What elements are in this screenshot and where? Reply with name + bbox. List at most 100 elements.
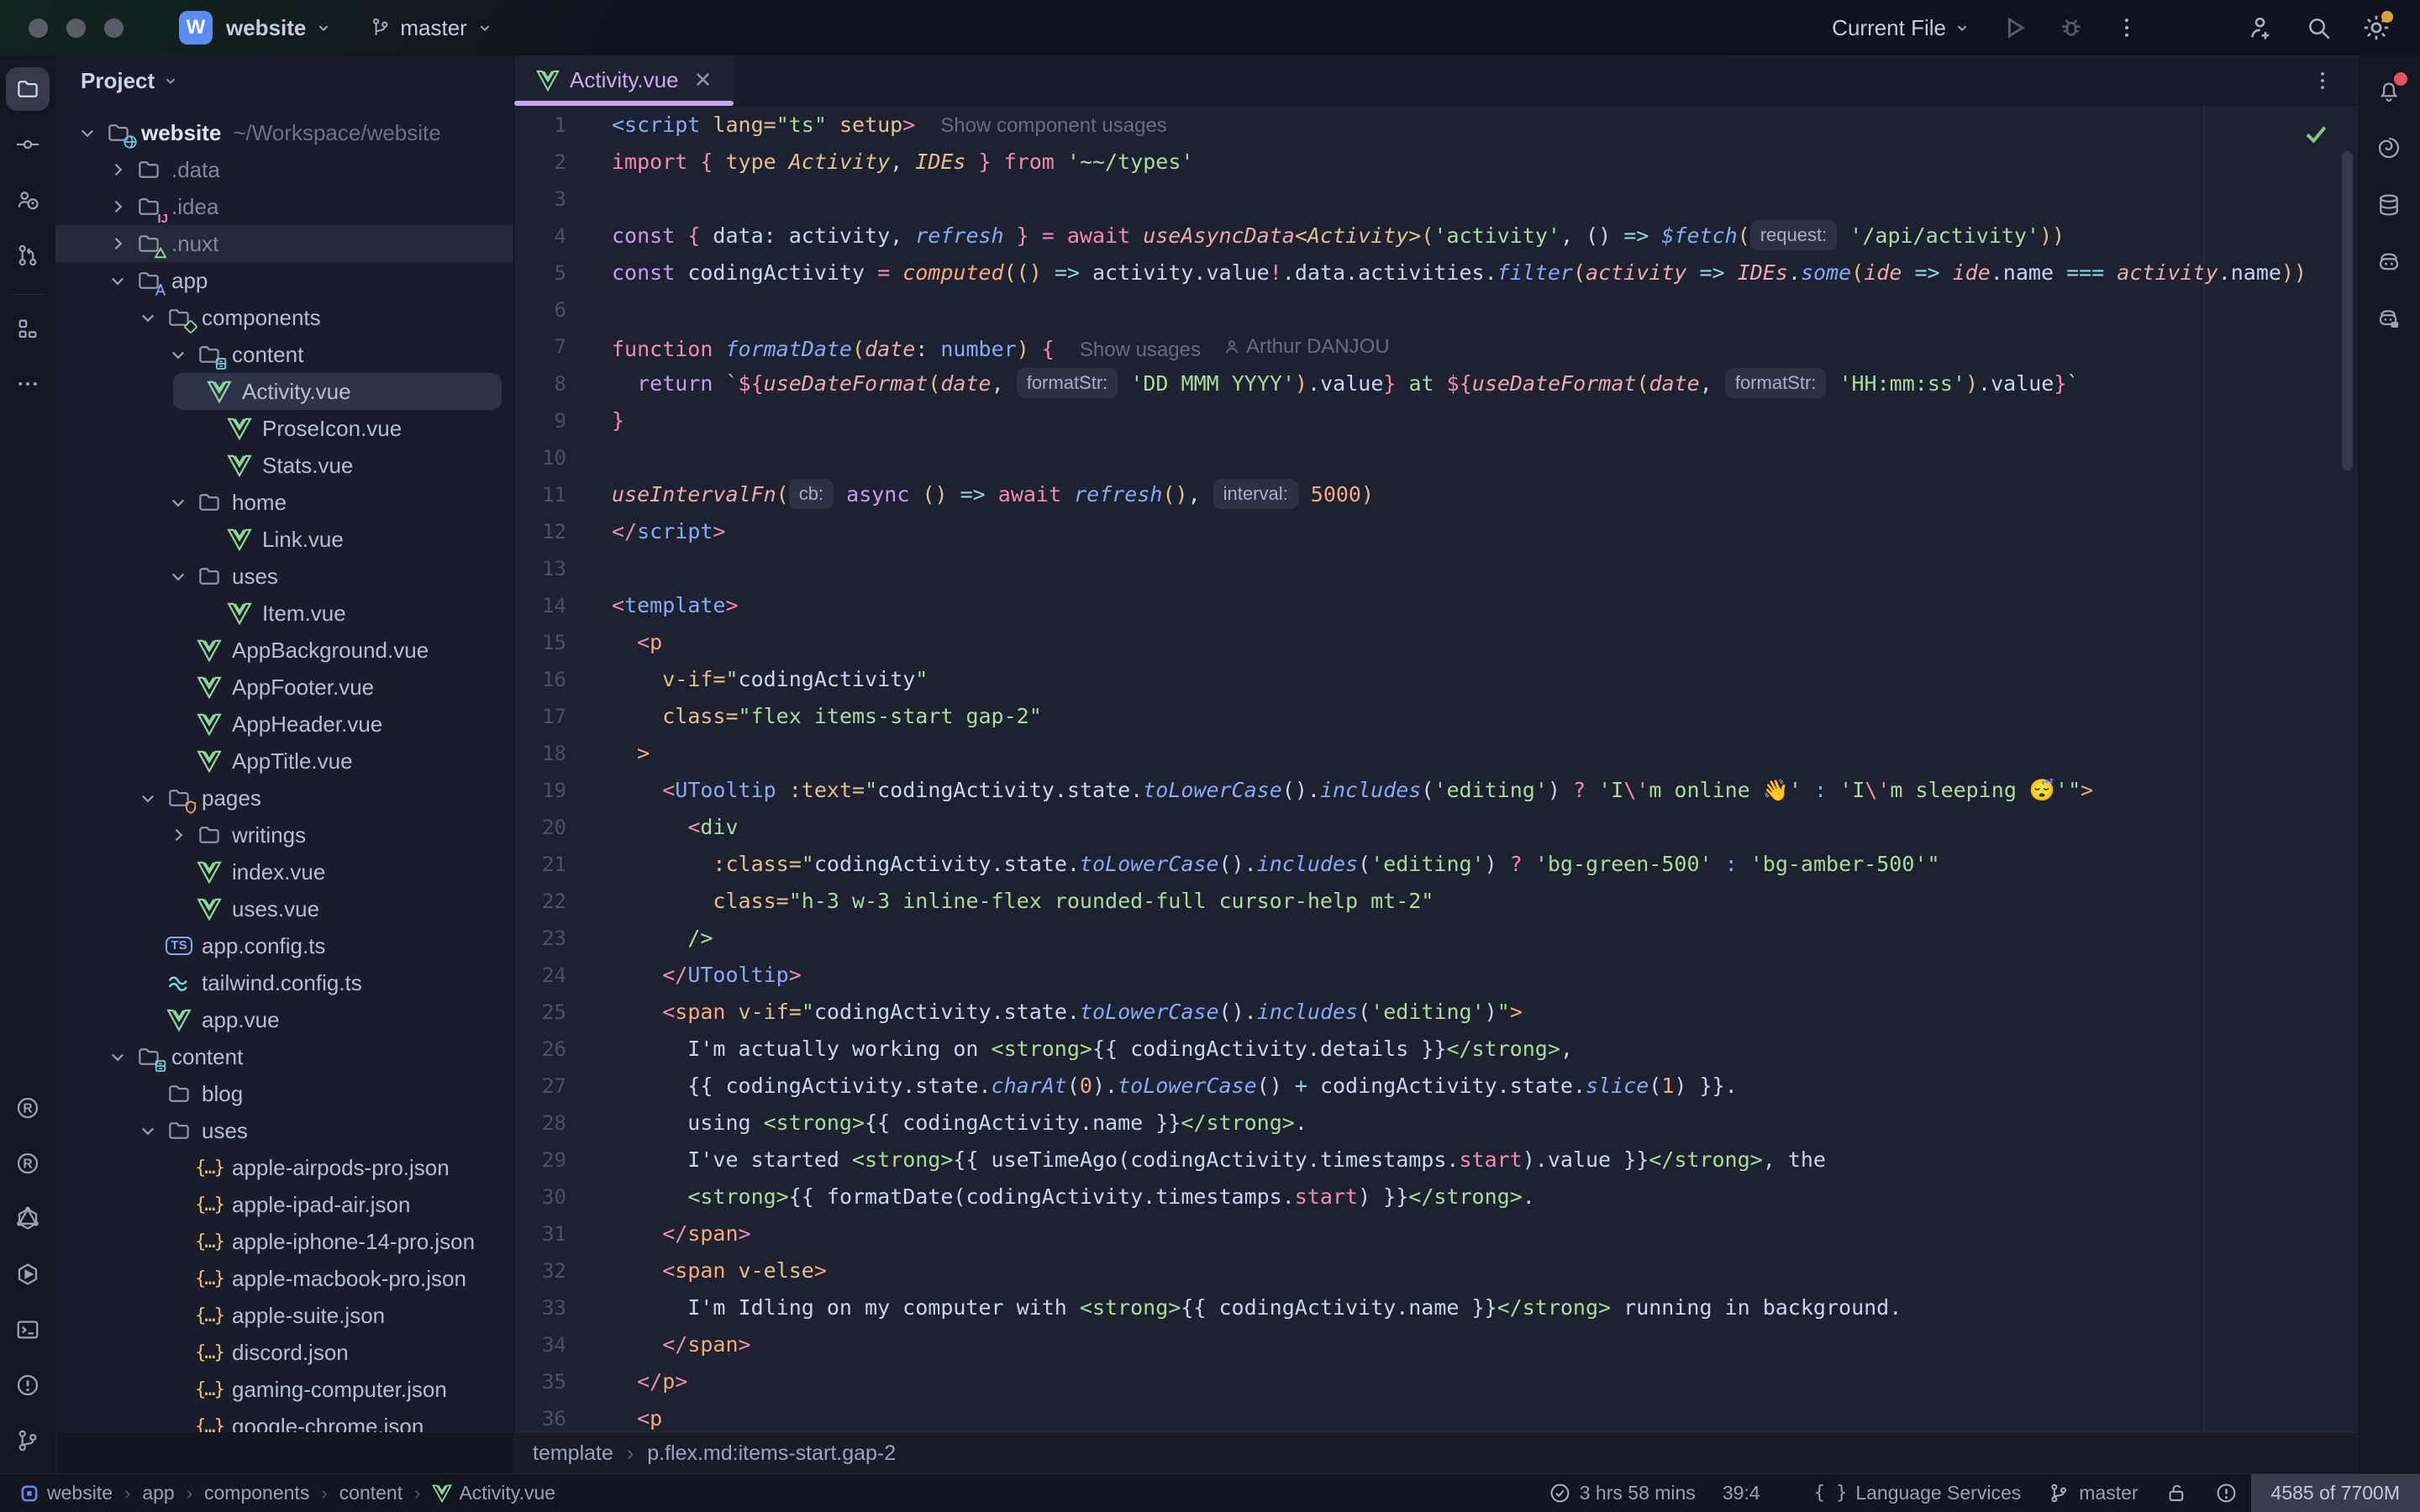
line-number[interactable]: 8 [514,365,595,402]
close-window-icon[interactable] [29,18,48,38]
run-configuration-select[interactable]: Current File [1832,15,1971,41]
problems-icon[interactable] [6,1363,50,1407]
branch-name[interactable]: master [400,15,466,41]
code-line-30[interactable]: 30 <strong>{{ formatDate(codingActivity.… [514,1179,2358,1215]
inline-usages-hint[interactable]: Show usages [1080,339,1201,361]
tree-item-activity-vue[interactable]: Activity.vue [173,373,502,410]
tree-item-blog[interactable]: blog [55,1075,513,1112]
database-icon[interactable] [2367,183,2411,227]
breadcrumb-template[interactable]: template [533,1441,613,1466]
tree-item-apptitle-vue[interactable]: AppTitle.vue [55,743,513,780]
line-number[interactable]: 17 [514,698,595,735]
notifications-icon[interactable] [2367,69,2411,113]
chevron-right-icon[interactable] [103,155,133,185]
line-number[interactable]: 7 [514,328,595,365]
tree-item-index-vue[interactable]: index.vue [55,853,513,890]
copilot-status[interactable] [1774,1474,1801,1512]
chevron-down-icon[interactable] [103,1042,133,1072]
status-breadcrumb-website[interactable]: website [18,1482,113,1504]
tree-item-content[interactable]: content [55,1038,513,1075]
code-line-34[interactable]: 34 </span> [514,1326,2358,1363]
tree-item-apple-suite-json[interactable]: {…}apple-suite.json [55,1297,513,1334]
lock-widget[interactable] [2152,1474,2202,1512]
debug-icon[interactable] [2057,13,2086,42]
line-number[interactable]: 5 [514,255,595,291]
tree-item-apple-airpods-pro-json[interactable]: {…}apple-airpods-pro.json [55,1149,513,1186]
tree-item-google-chrome-json[interactable]: {…}google-chrome.json [55,1408,513,1432]
tree-item--nuxt[interactable]: .nuxt [55,225,513,262]
line-number[interactable]: 20 [514,809,595,846]
line-number[interactable]: 21 [514,846,595,883]
line-number[interactable]: 15 [514,624,595,661]
line-number[interactable]: 18 [514,735,595,772]
chevron-down-icon[interactable] [163,487,193,517]
code-line-2[interactable]: 2import { type Activity, IDEs } from '~~… [514,144,2358,181]
line-number[interactable]: 3 [514,181,595,218]
tree-item-content[interactable]: content [55,336,513,373]
code-line-26[interactable]: 26 I'm actually working on <strong>{{ co… [514,1031,2358,1068]
tree-item-appfooter-vue[interactable]: AppFooter.vue [55,669,513,706]
inspections-ok-icon[interactable] [2302,120,2329,151]
tree-item-discord-json[interactable]: {…}discord.json [55,1334,513,1371]
code-author-hint[interactable]: Arthur DANJOU [1223,328,1390,365]
project-name[interactable]: website [226,15,306,41]
tree-item-stats-vue[interactable]: Stats.vue [55,447,513,484]
search-icon[interactable] [2304,13,2333,42]
code-line-19[interactable]: 19 <UTooltip :text="codingActivity.state… [514,772,2358,809]
line-number[interactable]: 33 [514,1289,595,1326]
line-number[interactable]: 36 [514,1400,595,1432]
code-line-23[interactable]: 23 /> [514,920,2358,957]
code-line-3[interactable]: 3 [514,181,2358,218]
run-icon[interactable] [2000,13,2028,42]
project-widget[interactable]: W website [179,11,333,45]
line-number[interactable]: 23 [514,920,595,957]
vcs-widget[interactable]: master [370,15,493,41]
commit-icon[interactable] [6,123,50,166]
tree-item-apple-ipad-air-json[interactable]: {…}apple-ipad-air.json [55,1186,513,1223]
line-number[interactable]: 14 [514,587,595,624]
code-line-5[interactable]: 5const codingActivity = computed(() => a… [514,255,2358,291]
chevron-right-icon[interactable] [103,192,133,222]
code-line-12[interactable]: 12</script> [514,513,2358,550]
tree-item-website[interactable]: website~/Workspace/website [55,114,513,151]
status-breadcrumb-components[interactable]: components [204,1482,309,1504]
line-number[interactable]: 22 [514,883,595,920]
tab-activity-vue[interactable]: Activity.vue ✕ [514,55,734,105]
line-number[interactable]: 13 [514,550,595,587]
line-number[interactable]: 26 [514,1031,595,1068]
more-vertical-icon[interactable] [2114,15,2139,40]
tree-item-app[interactable]: app [55,262,513,299]
code-line-16[interactable]: 16 v-if="codingActivity" [514,661,2358,698]
code-line-36[interactable]: 36 <p [514,1400,2358,1432]
tree-item-link-vue[interactable]: Link.vue [55,521,513,558]
code-line-8[interactable]: 8 return `${useDateFormat(date, formatSt… [514,365,2358,402]
line-number[interactable]: 6 [514,291,595,328]
line-number[interactable]: 35 [514,1363,595,1400]
chevron-down-icon[interactable] [133,1116,163,1146]
terminal-icon[interactable] [6,1308,50,1352]
close-tab-icon[interactable]: ✕ [694,67,713,93]
wakatime-time[interactable]: 3 hrs 58 mins [1535,1474,1709,1512]
chevron-down-icon[interactable] [163,561,193,591]
code-line-21[interactable]: 21 :class="codingActivity.state.toLowerC… [514,846,2358,883]
project-folder-icon[interactable] [6,67,50,111]
line-number[interactable]: 24 [514,957,595,994]
line-number[interactable]: 16 [514,661,595,698]
highlighting-level[interactable] [2202,1474,2251,1512]
code-line-15[interactable]: 15 <p [514,624,2358,661]
line-number[interactable]: 11 [514,476,595,513]
tree-item-writings[interactable]: writings [55,816,513,853]
line-number[interactable]: 12 [514,513,595,550]
line-number[interactable]: 25 [514,994,595,1031]
tree-item-home[interactable]: home [55,484,513,521]
tree-item-apple-macbook-pro-json[interactable]: {…}apple-macbook-pro.json [55,1260,513,1297]
code-line-13[interactable]: 13 [514,550,2358,587]
chevron-down-icon[interactable] [163,339,193,370]
copilot-chat-icon[interactable] [2367,297,2411,341]
inline-usages-hint[interactable]: Show component usages [940,114,1167,137]
code-line-32[interactable]: 32 <span v-else> [514,1252,2358,1289]
status-breadcrumb-activity-vue[interactable]: Activity.vue [432,1482,555,1504]
code-line-29[interactable]: 29 I've started <strong>{{ useTimeAgo(co… [514,1142,2358,1179]
line-number[interactable]: 10 [514,439,595,476]
line-number[interactable]: 1 [514,107,595,144]
